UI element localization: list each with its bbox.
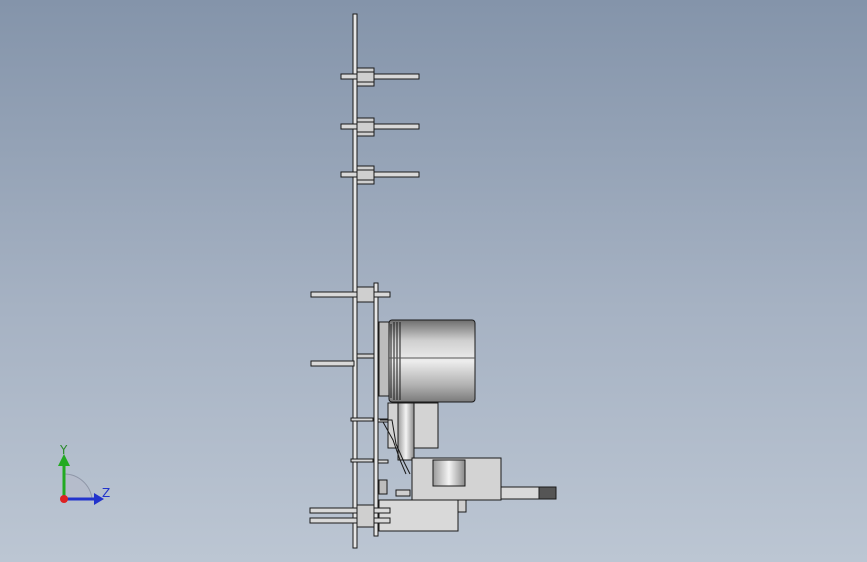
main-board[interactable] [352,13,358,549]
secondary-board[interactable] [373,282,379,537]
origin-dot-icon [60,495,68,503]
y-axis-label: Y [59,443,68,457]
axis-triad: Y Z [58,443,110,505]
graphics-viewport[interactable] [0,0,867,562]
bottom-connector[interactable] [309,499,467,532]
pcb-assembly-model[interactable] [309,13,557,549]
electrolytic-capacitor[interactable] [378,319,476,403]
long-pin-1[interactable] [310,291,391,298]
axis-arc [63,473,93,500]
z-axis-label: Z [102,486,110,500]
long-pin-2[interactable] [310,360,355,367]
connector-block[interactable] [411,457,557,501]
